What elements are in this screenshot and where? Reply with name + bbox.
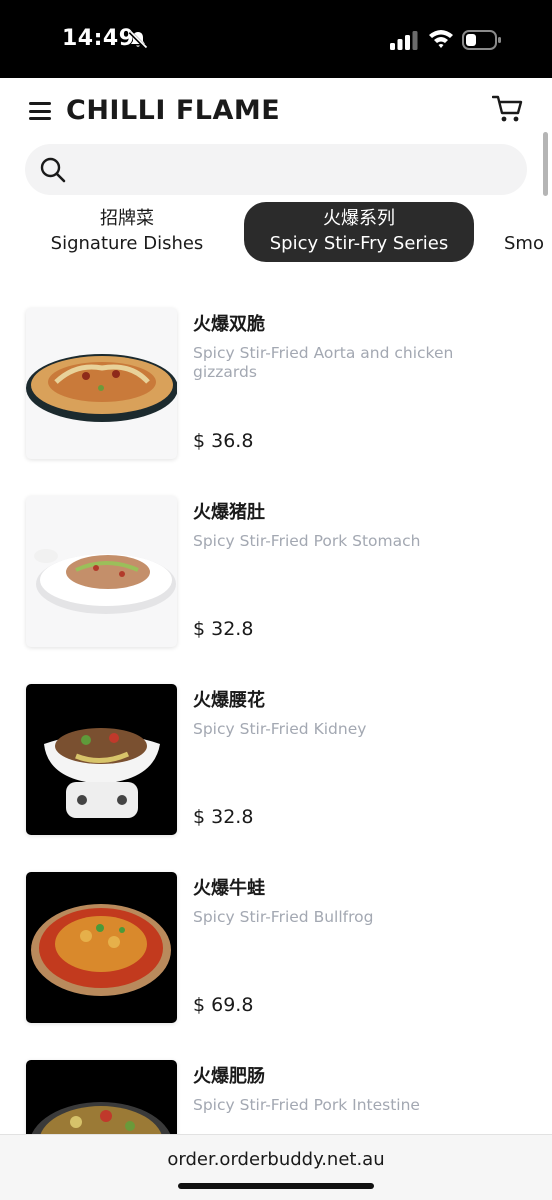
dish-description: Spicy Stir-Fried Kidney: [193, 720, 367, 738]
dish-price: $ 36.8: [193, 430, 254, 452]
dish-description: Spicy Stir-Fried Pork Intestine: [193, 1096, 420, 1114]
tab-smo[interactable]: Smo: [504, 202, 552, 262]
app-header: CHILLI FLAME: [0, 78, 552, 144]
search-bar: [25, 144, 527, 195]
status-bar: 14:49: [0, 0, 552, 78]
dish-image[interactable]: [26, 872, 177, 1023]
dish-image[interactable]: [26, 684, 177, 835]
dish-description: Spicy Stir-Fried Bullfrog: [193, 908, 374, 926]
dish-description: Spicy Stir-Fried Aorta and chicken gizza…: [193, 344, 454, 381]
search-icon: [40, 157, 66, 183]
scrollbar-thumb[interactable]: [543, 132, 548, 196]
menu-icon[interactable]: [29, 102, 51, 120]
brand-title: CHILLI FLAME: [66, 95, 281, 126]
tab-label-zh: 招牌菜: [100, 208, 154, 229]
dish-item[interactable]: 火爆双脆 Spicy Stir-Fried Aorta and chicken …: [0, 308, 552, 468]
status-time: 14:49: [62, 26, 135, 51]
dish-description: Spicy Stir-Fried Pork Stomach: [193, 532, 421, 550]
battery-icon: [462, 30, 501, 50]
category-tabs: 招牌菜 Signature Dishes 火爆系列 Spicy Stir-Fry…: [0, 202, 552, 264]
dish-image[interactable]: [26, 496, 177, 647]
tab-label-zh: 火爆系列: [323, 208, 395, 229]
dish-item[interactable]: 火爆腰花 Spicy Stir-Fried Kidney $ 32.8: [0, 684, 552, 844]
signal-icon: [390, 31, 418, 50]
dish-name: 火爆牛蛙: [193, 878, 265, 899]
home-indicator[interactable]: [178, 1183, 374, 1189]
dish-item[interactable]: 火爆猪肚 Spicy Stir-Fried Pork Stomach $ 32.…: [0, 496, 552, 656]
tab-label-en: Spicy Stir-Fry Series: [269, 233, 449, 254]
browser-url-bar[interactable]: order.orderbuddy.net.au: [0, 1134, 552, 1200]
tab-label-en: Smo: [504, 233, 544, 254]
dish-name: 火爆双脆: [193, 314, 265, 335]
tab-label-zh: [504, 206, 552, 231]
dish-image[interactable]: [26, 308, 177, 459]
tab-signature-dishes[interactable]: 招牌菜 Signature Dishes: [26, 202, 228, 262]
dish-name: 火爆猪肚: [193, 502, 265, 523]
tab-label-en: Signature Dishes: [50, 233, 204, 254]
dish-price: $ 32.8: [193, 618, 254, 640]
wifi-icon: [429, 30, 453, 48]
dish-name: 火爆腰花: [193, 690, 265, 711]
cart-icon[interactable]: [492, 94, 524, 124]
dish-price: $ 32.8: [193, 806, 254, 828]
search-input[interactable]: [85, 144, 515, 195]
dish-price: $ 69.8: [193, 994, 254, 1016]
tab-spicy-stir-fry-series[interactable]: 火爆系列 Spicy Stir-Fry Series: [244, 202, 474, 262]
bell-slash-icon: [128, 30, 148, 50]
url-label: order.orderbuddy.net.au: [167, 1149, 385, 1170]
dish-name: 火爆肥肠: [193, 1066, 265, 1087]
dish-item[interactable]: 火爆牛蛙 Spicy Stir-Fried Bullfrog $ 69.8: [0, 872, 552, 1032]
